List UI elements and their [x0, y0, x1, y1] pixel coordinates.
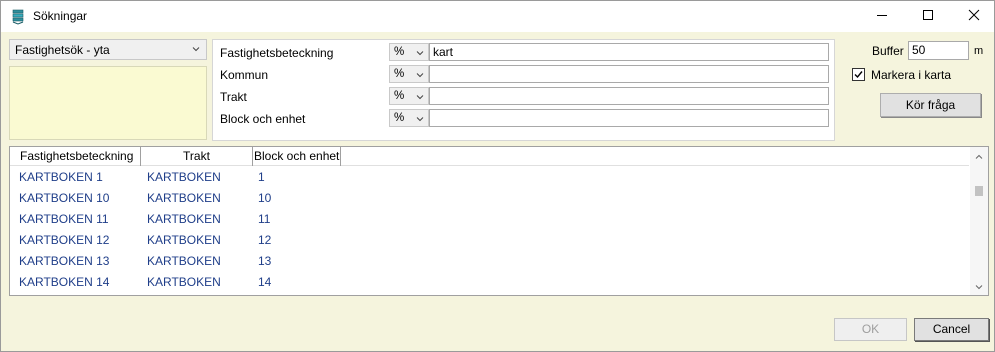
scroll-up-icon[interactable]: [974, 151, 984, 161]
close-icon: [968, 9, 980, 24]
maximize-button[interactable]: [905, 1, 951, 32]
minimize-icon: [876, 9, 888, 24]
table-row[interactable]: KARTBOKEN 11 KARTBOKEN 11: [10, 209, 969, 230]
window-title: Sökningar: [33, 9, 88, 23]
cell-trakt: KARTBOKEN: [147, 170, 221, 184]
operator-select-trakt[interactable]: %: [389, 87, 429, 105]
scroll-down-icon[interactable]: [974, 281, 984, 291]
chevron-down-icon: [415, 113, 425, 123]
cancel-button[interactable]: Cancel: [914, 318, 989, 341]
column-header-trakt[interactable]: Trakt: [141, 147, 253, 166]
table-row[interactable]: KARTBOKEN 10 KARTBOKEN 10: [10, 188, 969, 209]
criteria-panel: Fastighetsbeteckning % kart Kommun % Tra…: [212, 39, 835, 141]
cell-block-och-enhet: 12: [258, 233, 272, 247]
label-fastighetsbeteckning: Fastighetsbeteckning: [220, 46, 334, 60]
buffer-input[interactable]: 50: [908, 41, 969, 60]
operator-value: %: [394, 68, 405, 80]
cell-block-och-enhet: 11: [258, 212, 271, 226]
operator-value: %: [394, 90, 405, 102]
operator-select-fastighetsbeteckning[interactable]: %: [389, 43, 429, 61]
results-table[interactable]: Fastighetsbeteckning Trakt Block och enh…: [9, 146, 989, 296]
cell-trakt: KARTBOKEN: [147, 191, 221, 205]
minimize-button[interactable]: [859, 1, 905, 32]
chevron-down-icon: [415, 47, 425, 57]
label-kommun: Kommun: [220, 68, 269, 82]
buffer-label: Buffer: [872, 44, 904, 58]
search-dialog: Sökningar Fastighetsök - yta Fastighetsb…: [0, 0, 995, 352]
cell-trakt: KARTBOKEN: [147, 233, 221, 247]
table-row[interactable]: KARTBOKEN 14 KARTBOKEN 14: [10, 272, 969, 293]
chevron-down-icon: [190, 43, 202, 55]
cell-block-och-enhet: 10: [258, 191, 272, 205]
search-type-value: Fastighetsök - yta: [15, 43, 110, 57]
operator-select-block-och-enhet[interactable]: %: [389, 109, 429, 127]
cell-trakt: KARTBOKEN: [147, 254, 221, 268]
chevron-down-icon: [415, 91, 425, 101]
search-type-select[interactable]: Fastighetsök - yta: [9, 39, 207, 60]
kommun-input[interactable]: [429, 65, 829, 83]
cell-fastighetsbeteckning: KARTBOKEN 11: [19, 212, 109, 226]
operator-value: %: [394, 112, 405, 124]
column-header-fastighetsbeteckning[interactable]: Fastighetsbeteckning: [10, 147, 141, 166]
cell-block-och-enhet: 13: [258, 254, 272, 268]
close-button[interactable]: [951, 1, 995, 32]
search-type-description-area: [9, 66, 207, 140]
cell-trakt: KARTBOKEN: [147, 275, 221, 289]
table-row[interactable]: KARTBOKEN 13 KARTBOKEN 13: [10, 251, 969, 272]
block-och-enhet-input[interactable]: [429, 109, 829, 127]
cell-fastighetsbeteckning: KARTBOKEN 10: [19, 191, 110, 205]
run-query-button[interactable]: Kör fråga: [880, 93, 981, 117]
mark-in-map-checkbox[interactable]: [852, 68, 865, 81]
label-block-och-enhet: Block och enhet: [220, 112, 306, 126]
cell-block-och-enhet: 1: [258, 170, 265, 184]
column-header-block-och-enhet[interactable]: Block och enhet: [253, 147, 341, 166]
table-row[interactable]: KARTBOKEN 1 KARTBOKEN 1: [10, 167, 969, 188]
cell-block-och-enhet: 14: [258, 275, 272, 289]
cell-fastighetsbeteckning: KARTBOKEN 12: [19, 233, 110, 247]
layers-icon: [10, 9, 26, 25]
cell-fastighetsbeteckning: KARTBOKEN 13: [19, 254, 110, 268]
trakt-input[interactable]: [429, 87, 829, 105]
title-bar[interactable]: Sökningar: [1, 1, 994, 32]
operator-select-kommun[interactable]: %: [389, 65, 429, 83]
scroll-thumb[interactable]: [975, 186, 983, 196]
maximize-icon: [922, 9, 934, 24]
cell-fastighetsbeteckning: KARTBOKEN 1: [19, 170, 103, 184]
table-header: Fastighetsbeteckning Trakt Block och enh…: [10, 147, 969, 166]
table-row[interactable]: KARTBOKEN 12 KARTBOKEN 12: [10, 230, 969, 251]
buffer-unit: m: [974, 45, 984, 57]
label-trakt: Trakt: [220, 90, 247, 104]
cell-fastighetsbeteckning: KARTBOKEN 14: [19, 275, 110, 289]
fastighetsbeteckning-input[interactable]: kart: [429, 43, 829, 61]
cell-trakt: KARTBOKEN: [147, 212, 221, 226]
mark-in-map-label[interactable]: Markera i karta: [871, 68, 951, 82]
ok-button[interactable]: OK: [834, 318, 907, 341]
vertical-scrollbar[interactable]: [970, 147, 988, 295]
operator-value: %: [394, 46, 405, 58]
chevron-down-icon: [415, 69, 425, 79]
